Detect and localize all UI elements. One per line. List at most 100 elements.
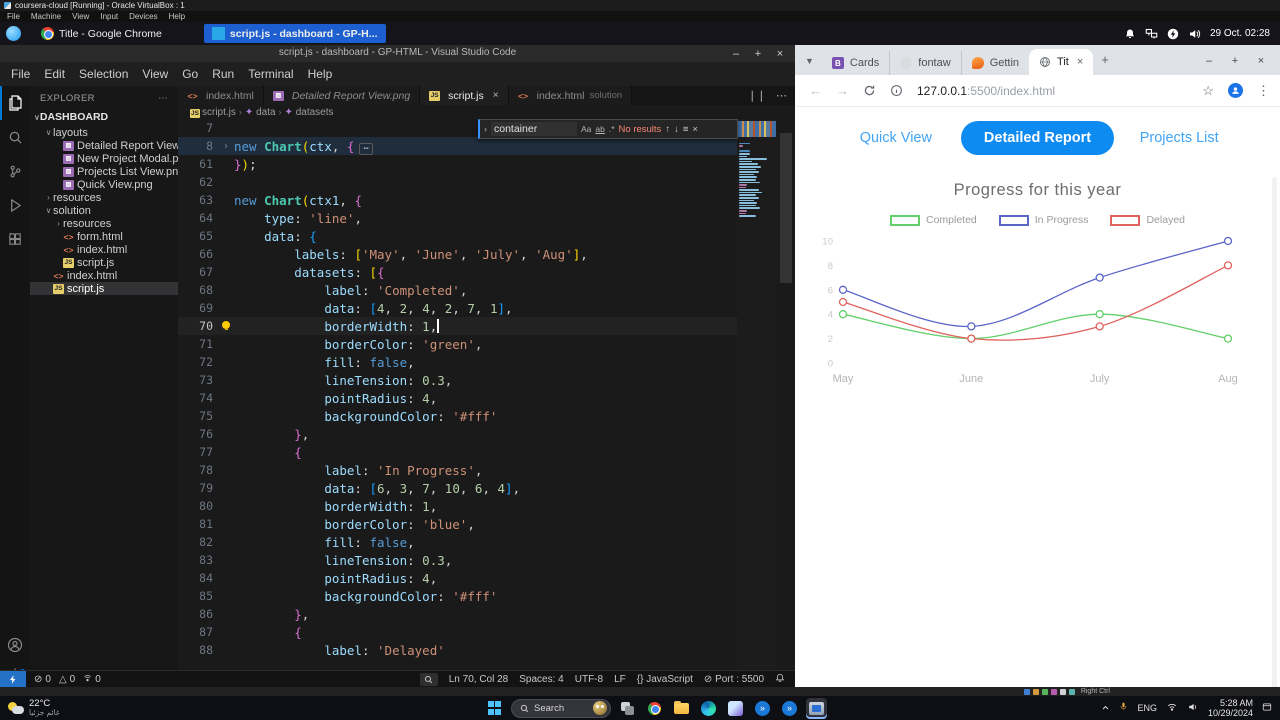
bell-icon[interactable]: [1124, 28, 1136, 40]
code-line-88[interactable]: 88 label: 'Delayed': [178, 641, 737, 659]
vbox-menu-view[interactable]: View: [72, 12, 89, 21]
editor-tab-detailed-report-view-png[interactable]: ▨ Detailed Report View.png: [263, 86, 421, 105]
app-button-3[interactable]: »: [779, 698, 800, 719]
warnings-status[interactable]: △ 0: [59, 674, 75, 685]
match-case-icon[interactable]: Aa: [581, 124, 591, 134]
menu-edit[interactable]: Edit: [37, 65, 72, 83]
power-icon[interactable]: [1167, 28, 1179, 40]
vbox-menu-help[interactable]: Help: [169, 12, 185, 21]
chrome-task-button[interactable]: Title - Google Chrome: [33, 24, 170, 43]
maximize-button[interactable]: +: [1222, 55, 1248, 67]
tray-chevron-icon[interactable]: [1101, 699, 1110, 717]
code-line-82[interactable]: 82 fill: false,: [178, 533, 737, 551]
code-line-68[interactable]: 68 label: 'Completed',: [178, 281, 737, 299]
menu-file[interactable]: File: [4, 65, 37, 83]
back-icon[interactable]: ←: [809, 83, 822, 98]
tree-item-resources[interactable]: › resources: [30, 217, 178, 230]
menu-terminal[interactable]: Terminal: [241, 65, 300, 83]
code-line-74[interactable]: 74 pointRadius: 4,: [178, 389, 737, 407]
language-indicator[interactable]: ENG: [1137, 703, 1157, 713]
tree-item-index-html[interactable]: <> index.html: [30, 269, 178, 282]
maximize-button[interactable]: +: [747, 48, 769, 60]
tree-item-script-js[interactable]: JS script.js: [30, 256, 178, 269]
vbox-menu-file[interactable]: File: [7, 12, 20, 21]
browser-tab-fontaw[interactable]: fontaw: [889, 51, 960, 75]
profile-avatar[interactable]: [1228, 83, 1243, 98]
browser-scrollbar[interactable]: [1272, 177, 1277, 688]
minimize-button[interactable]: –: [1196, 55, 1222, 67]
encoding[interactable]: UTF-8: [575, 674, 603, 685]
reload-icon[interactable]: [863, 84, 876, 97]
code-line-62[interactable]: 62: [178, 173, 737, 191]
notification-center-icon[interactable]: [1262, 699, 1272, 717]
legend-delayed[interactable]: Delayed: [1110, 214, 1185, 226]
wifi-icon[interactable]: [1166, 699, 1178, 717]
code-line-81[interactable]: 81 borderColor: 'blue',: [178, 515, 737, 533]
vbox-menu-devices[interactable]: Devices: [129, 12, 157, 21]
close-button[interactable]: ×: [1248, 55, 1274, 67]
pinned-app-icon[interactable]: [6, 26, 21, 41]
editor-tab-index-html[interactable]: <> index.html: [178, 86, 264, 105]
breadcrumb-data[interactable]: ✦ data: [245, 107, 276, 118]
statusbar-search-icon[interactable]: [419, 673, 438, 686]
code-line-63[interactable]: 63 new Chart(ctx1, {: [178, 191, 737, 209]
code-line-85[interactable]: 85 backgroundColor: '#fff': [178, 587, 737, 605]
tree-item-index-html[interactable]: <> index.html: [30, 243, 178, 256]
vbox-menu-machine[interactable]: Machine: [31, 12, 61, 21]
find-next-icon[interactable]: ↓: [674, 124, 679, 135]
legend-completed[interactable]: Completed: [889, 214, 977, 226]
app-button-2[interactable]: »: [752, 698, 773, 719]
vscode-task-button[interactable]: script.js - dashboard - GP-H...: [203, 24, 386, 43]
close-tab-icon[interactable]: ×: [1077, 56, 1083, 68]
extensions-icon[interactable]: [0, 222, 30, 256]
code-line-66[interactable]: 66 labels: ['May', 'June', 'July', 'Aug'…: [178, 245, 737, 263]
indentation[interactable]: Spaces: 4: [519, 674, 563, 685]
tree-item-script-js[interactable]: JS script.js: [30, 282, 178, 295]
close-button[interactable]: ×: [769, 48, 791, 60]
legend-in-progress[interactable]: In Progress: [998, 214, 1088, 226]
code-line-84[interactable]: 84 pointRadius: 4,: [178, 569, 737, 587]
menu-selection[interactable]: Selection: [72, 65, 135, 83]
toggle-replace-icon[interactable]: ›: [484, 124, 487, 134]
nav-quick-view[interactable]: Quick View: [831, 130, 961, 146]
code-line-72[interactable]: 72 fill: false,: [178, 353, 737, 371]
weather-widget[interactable]: 22°C غائم جزئيا: [8, 699, 60, 717]
menu-view[interactable]: View: [135, 65, 175, 83]
nav-detailed-report[interactable]: Detailed Report: [960, 121, 1115, 155]
code-line-76[interactable]: 76 },: [178, 425, 737, 443]
tree-item-detailed-report-view-png[interactable]: ▨Detailed Report View.png: [30, 139, 178, 152]
regex-icon[interactable]: .*: [609, 124, 615, 134]
volume-icon[interactable]: [1187, 699, 1199, 717]
workspace-root[interactable]: ∨DASHBOARD: [30, 108, 178, 126]
tab-search-chevron-icon[interactable]: ▼: [805, 56, 814, 66]
code-line-75[interactable]: 75 backgroundColor: '#fff': [178, 407, 737, 425]
task-view-button[interactable]: [617, 698, 638, 719]
vbox-menu-input[interactable]: Input: [100, 12, 118, 21]
forward-icon[interactable]: →: [836, 83, 849, 98]
file-explorer-button[interactable]: [671, 698, 692, 719]
tray-clock[interactable]: 5:28 AM 10/29/2024: [1208, 698, 1253, 718]
code-line-86[interactable]: 86 },: [178, 605, 737, 623]
split-editor-icon[interactable]: ❘❘: [748, 89, 766, 102]
edge-button[interactable]: [698, 698, 719, 719]
minimize-button[interactable]: –: [725, 48, 747, 60]
close-tab-icon[interactable]: ×: [493, 90, 499, 101]
site-info-icon[interactable]: [890, 84, 903, 97]
chrome-taskbar-button[interactable]: [644, 698, 665, 719]
account-icon[interactable]: [0, 628, 30, 662]
language-mode[interactable]: {} JavaScript: [637, 674, 693, 685]
editor-tab-index-html[interactable]: <> index.html solution: [508, 86, 633, 105]
code-line-67[interactable]: 67 datasets: [{: [178, 263, 737, 281]
virtualbox-taskbar-button[interactable]: [806, 697, 827, 719]
menu-go[interactable]: Go: [175, 65, 205, 83]
notifications-bell-icon[interactable]: [775, 673, 785, 686]
scrollbar-thumb[interactable]: [780, 133, 792, 283]
code-line-8[interactable]: 8 › new Chart(ctx, {⋯: [178, 137, 737, 155]
volume-icon[interactable]: [1188, 28, 1201, 40]
ports-status[interactable]: 0: [83, 674, 101, 685]
remote-indicator[interactable]: [0, 670, 26, 689]
browser-tab-cards[interactable]: B Cards: [822, 51, 889, 75]
more-actions-icon[interactable]: ⋯: [158, 93, 168, 104]
tree-item-new-project-modal-png[interactable]: ▨New Project Modal.png: [30, 152, 178, 165]
search-icon[interactable]: [0, 120, 30, 154]
